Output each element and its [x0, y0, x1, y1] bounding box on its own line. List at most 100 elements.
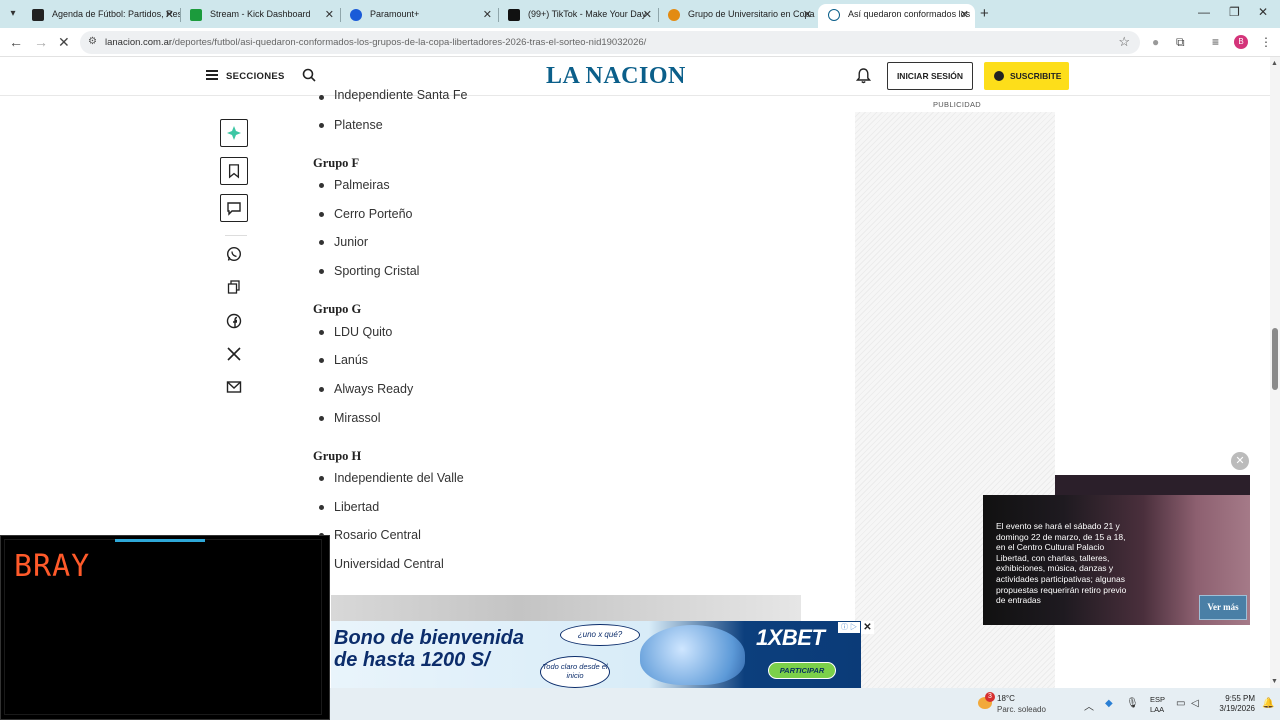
list-bullet — [319, 476, 324, 481]
list-bullet — [319, 183, 324, 188]
microphone-icon[interactable]: 🎙 — [1126, 698, 1139, 709]
tab-title: Agenda de Fútbol: Partidos, Res — [52, 9, 180, 19]
restore-icon[interactable]: ❐ — [1229, 5, 1240, 19]
secciones-button[interactable]: SECCIONES — [226, 71, 285, 82]
close-icon[interactable]: ✕ — [165, 8, 174, 21]
list-bullet — [319, 387, 324, 392]
close-icon[interactable]: ✕ — [643, 8, 652, 21]
copy-link-icon[interactable] — [226, 279, 242, 295]
kebab-menu-icon[interactable]: ⋮ — [1260, 35, 1272, 49]
tab-title: Paramount+ — [370, 9, 420, 19]
banner-headline: Bono de bienvenida — [334, 627, 525, 649]
list-bullet — [319, 330, 324, 335]
facebook-icon[interactable] — [226, 313, 242, 329]
list-item: Libertad — [334, 500, 380, 514]
profile-avatar[interactable]: B — [1234, 35, 1248, 49]
close-ad-icon[interactable]: ✕ — [861, 621, 874, 634]
comment-bubble-icon — [227, 202, 241, 216]
new-tab-plus-icon[interactable]: + — [980, 5, 989, 22]
extension-icon[interactable]: ● — [1152, 35, 1159, 49]
list-item: LDU Quito — [334, 325, 393, 339]
email-icon[interactable] — [226, 379, 242, 395]
tab-search-chevron-icon[interactable]: ▾ — [4, 5, 22, 23]
list-bullet — [319, 416, 324, 421]
volume-icon[interactable]: ◁ — [1191, 698, 1199, 709]
site-info-icon[interactable]: ⚙ — [88, 36, 97, 47]
tab-title: (99+) TikTok - Make Your Day — [528, 9, 647, 19]
ver-mas-button[interactable]: Ver más — [1199, 595, 1247, 620]
tab-favicon-icon — [508, 9, 520, 21]
tab-title: Así quedaron conformados los — [848, 9, 971, 19]
site-logo[interactable]: LA NACION — [546, 63, 686, 90]
banner-speech-bubble: ¿uno x qué? — [560, 624, 640, 646]
hamburger-menu-icon[interactable] — [206, 70, 218, 80]
list-item: Sporting Cristal — [334, 264, 420, 278]
tab-tiktok[interactable]: (99+) TikTok - Make Your Day ✕ — [498, 4, 658, 28]
browser-toolbar: ← → ✕ ⚙ lanacion.com.ar/deportes/futbol/… — [0, 28, 1280, 57]
list-item: Palmeiras — [334, 178, 390, 192]
tab-universitario[interactable]: Grupo de Universitario en Copa ✕ — [658, 4, 818, 28]
ai-summary-button[interactable] — [220, 119, 248, 147]
close-icon[interactable]: ✕ — [803, 8, 812, 21]
list-item: Independiente del Valle — [334, 471, 464, 485]
weather-condition[interactable]: Parc. soleado — [997, 705, 1046, 714]
comments-button[interactable] — [220, 194, 248, 222]
media-controls-icon[interactable]: ≡ — [1212, 35, 1219, 49]
banner-brand-logo: 1XBET — [756, 625, 825, 650]
scroll-down-arrow-icon[interactable]: ▼ — [1271, 678, 1278, 685]
sparkle-icon — [227, 126, 241, 140]
search-icon[interactable] — [302, 68, 316, 82]
close-icon[interactable]: ✕ — [325, 8, 334, 21]
clock-date: 3/19/2026 — [1219, 704, 1255, 713]
address-bar[interactable]: ⚙ lanacion.com.ar/deportes/futbol/asi-qu… — [80, 31, 1140, 54]
subscribe-logo-icon — [994, 71, 1004, 81]
tab-agenda-futbol[interactable]: Agenda de Fútbol: Partidos, Res ✕ — [22, 4, 180, 28]
ad-info-icon[interactable]: ⓘ ▷ — [838, 622, 860, 633]
layout-code: LAA — [1150, 705, 1165, 714]
notifications-bell-icon[interactable] — [856, 68, 871, 84]
input-language[interactable]: ESP LAA — [1150, 695, 1165, 715]
group-title: Grupo H — [313, 449, 362, 463]
login-button[interactable]: INICIAR SESIÓN — [887, 62, 973, 90]
subscribe-label: SUSCRIBITE — [1010, 71, 1062, 81]
whatsapp-icon[interactable] — [226, 246, 242, 262]
bookmark-star-icon[interactable]: ☆ — [1118, 34, 1130, 50]
tab-paramount[interactable]: Paramount+ ✕ — [340, 4, 498, 28]
puzzle-extensions-icon[interactable]: ⧉ — [1176, 35, 1185, 50]
back-arrow-icon[interactable]: ← — [9, 34, 23, 50]
close-icon[interactable]: ✕ — [483, 8, 492, 21]
bookmark-icon — [228, 164, 240, 179]
list-item: Always Ready — [334, 382, 414, 396]
tab-lanacion-active[interactable]: Así quedaron conformados los ✕ — [818, 4, 975, 28]
window-close-icon[interactable]: ✕ — [1258, 5, 1268, 19]
tab-favicon-icon — [828, 9, 840, 21]
tray-app-icon[interactable]: ◆ — [1105, 698, 1113, 709]
close-video-icon[interactable]: ✕ — [1231, 452, 1249, 470]
url-text[interactable]: lanacion.com.ar/deportes/futbol/asi-qued… — [105, 37, 646, 48]
list-bullet — [319, 505, 324, 510]
x-twitter-icon[interactable] — [226, 346, 242, 362]
notification-bell-icon[interactable]: 🔔 — [1262, 698, 1274, 709]
list-bullet — [319, 269, 324, 274]
banner-mascot-ball-image — [640, 625, 745, 685]
minimize-icon[interactable]: — — [1198, 5, 1210, 19]
scroll-up-arrow-icon[interactable]: ▲ — [1271, 60, 1278, 67]
forward-arrow-icon[interactable]: → — [34, 34, 48, 50]
stop-loading-icon[interactable]: ✕ — [58, 34, 70, 51]
banner-speech-bubble: Todo claro desde el inicio — [540, 656, 610, 688]
save-article-button[interactable] — [220, 157, 248, 185]
ad-label: PUBLICIDAD — [933, 100, 982, 109]
list-bullet — [319, 95, 324, 100]
close-icon[interactable]: ✕ — [960, 8, 969, 21]
group-title: Grupo F — [313, 156, 360, 170]
participar-button[interactable]: PARTICIPAR — [768, 662, 836, 679]
weather-temperature[interactable]: 18°C — [997, 694, 1015, 703]
scrollbar-thumb[interactable] — [1272, 328, 1278, 390]
subscribe-button[interactable]: SUSCRIBITE — [984, 62, 1069, 90]
tab-kick-dashboard[interactable]: Stream - Kick Dashboard ✕ — [180, 4, 340, 28]
clock[interactable]: 9:55 PM 3/19/2026 — [1210, 694, 1255, 714]
network-icon[interactable]: ▭ — [1176, 698, 1185, 709]
clock-time: 9:55 PM — [1225, 694, 1255, 703]
tray-chevron-up-icon[interactable]: ︿ — [1084, 698, 1094, 713]
language-code: ESP — [1150, 695, 1166, 704]
